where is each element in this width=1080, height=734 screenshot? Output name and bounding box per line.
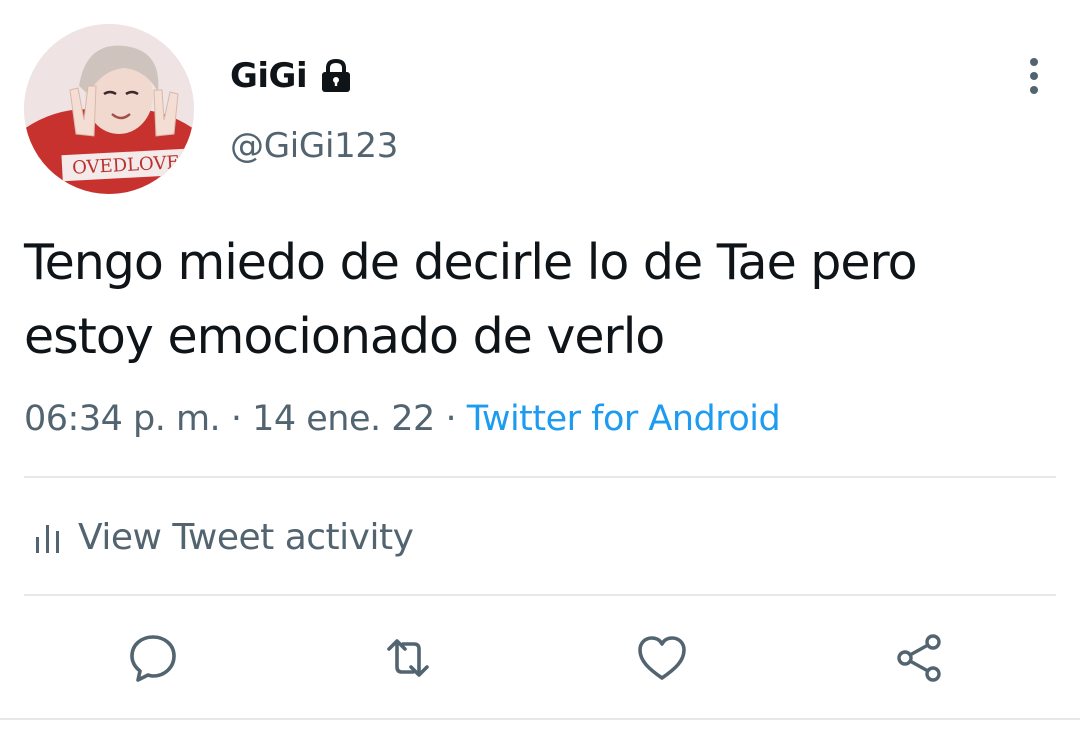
heart-icon bbox=[638, 636, 686, 680]
share-button[interactable] bbox=[890, 628, 950, 688]
like-button[interactable] bbox=[632, 628, 692, 688]
retweet-arrows-icon bbox=[387, 639, 429, 677]
bar-chart-icon bbox=[36, 525, 59, 553]
view-tweet-activity-label: View Tweet activity bbox=[78, 517, 414, 558]
speech-bubble-icon bbox=[130, 635, 176, 682]
divider bbox=[0, 718, 1080, 720]
display-name[interactable]: GiGi bbox=[230, 52, 308, 100]
author-name-row[interactable]: GiGi bbox=[230, 52, 353, 100]
more-options-icon[interactable] bbox=[1016, 56, 1052, 96]
meta-separator: · bbox=[445, 399, 457, 439]
divider bbox=[24, 476, 1056, 478]
tweet-time: 06:34 p. m. bbox=[24, 399, 221, 439]
tweet-text: Tengo miedo de decirle lo de Tae pero es… bbox=[24, 234, 918, 365]
lock-icon bbox=[322, 58, 351, 92]
retweet-button[interactable] bbox=[378, 628, 438, 688]
meta-separator: · bbox=[230, 399, 242, 439]
tweet-date: 14 ene. 22 bbox=[252, 399, 435, 439]
avatar[interactable]: OVEDLOVE bbox=[24, 24, 194, 194]
divider bbox=[24, 594, 1056, 596]
avatar-photo: OVEDLOVE bbox=[24, 24, 194, 194]
tweet-meta: 06:34 p. m. · 14 ene. 22 · Twitter for A… bbox=[24, 394, 781, 444]
tweet-source-link[interactable]: Twitter for Android bbox=[467, 399, 781, 439]
share-nodes-icon bbox=[897, 634, 941, 682]
avatar-shirt-text: OVEDLOVE bbox=[72, 152, 180, 179]
user-handle[interactable]: @GiGi123 bbox=[230, 122, 398, 170]
view-tweet-activity-button[interactable]: View Tweet activity bbox=[32, 512, 414, 564]
reply-button[interactable] bbox=[123, 628, 183, 688]
